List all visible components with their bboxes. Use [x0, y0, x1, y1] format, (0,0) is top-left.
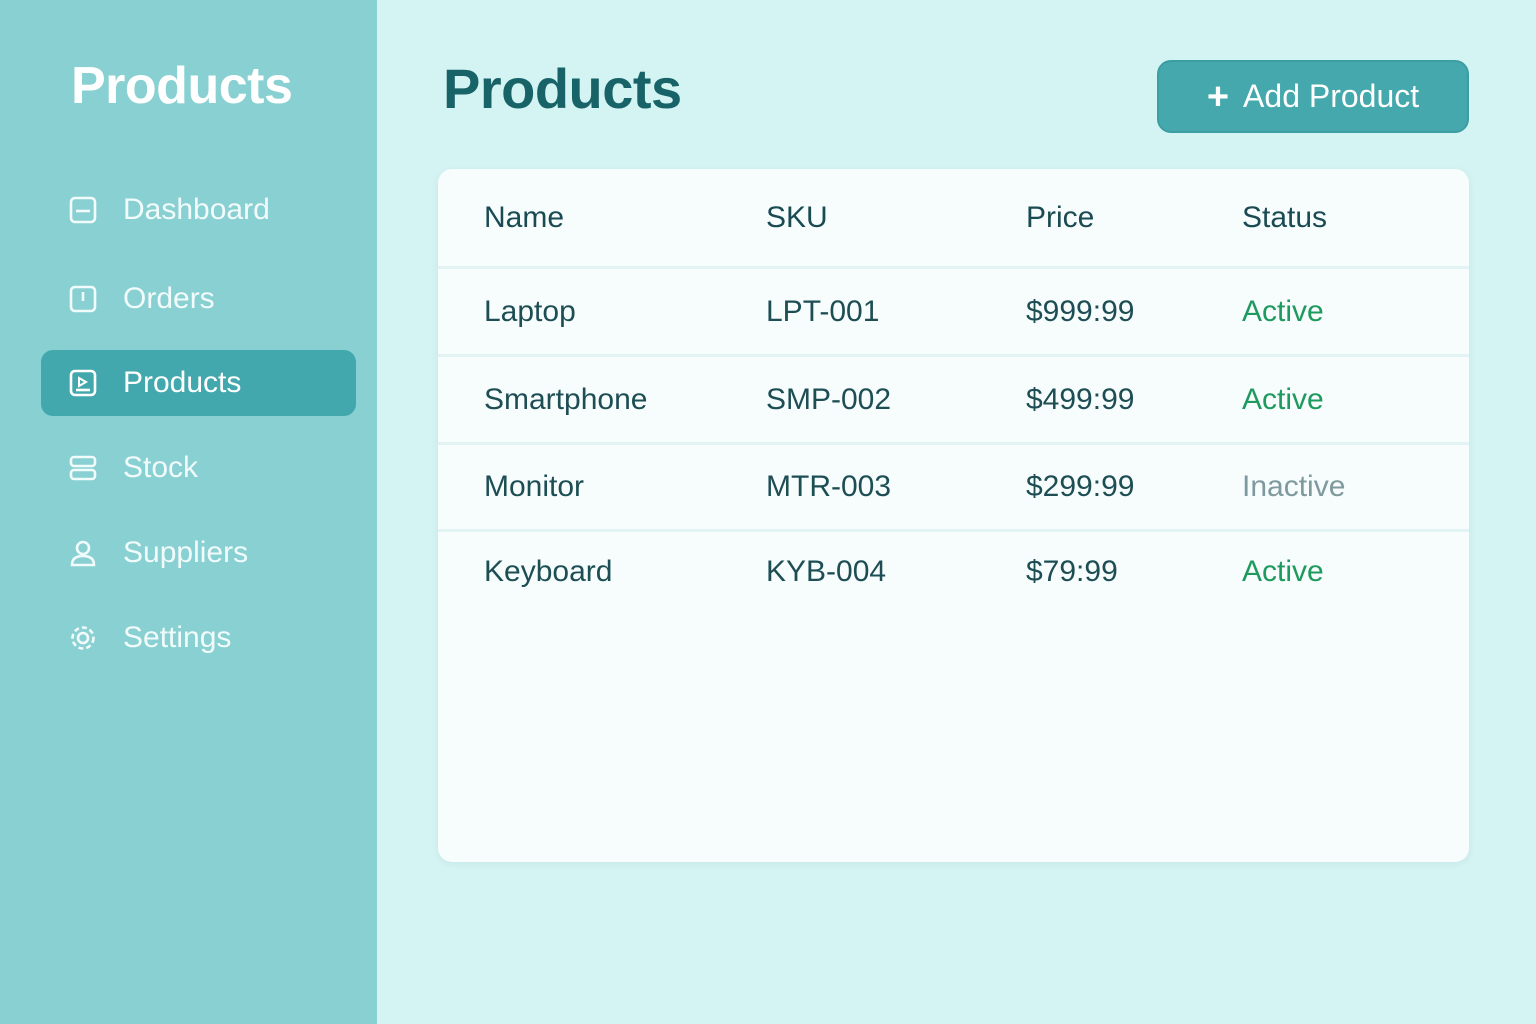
sidebar-brand: Products [71, 57, 293, 115]
cell-name: Monitor [484, 470, 585, 503]
plus-icon: + [1206, 75, 1230, 118]
sidebar-item-dashboard[interactable]: Dashboard [41, 177, 356, 243]
cell-name: Laptop [484, 294, 576, 328]
status-badge: Active [1242, 294, 1324, 328]
sidebar-item-orders[interactable]: Orders [41, 266, 356, 332]
orders-icon [68, 284, 98, 314]
status-badge: Active [1242, 555, 1324, 588]
column-header-status[interactable]: Status [1242, 201, 1327, 235]
user-icon [68, 538, 98, 568]
cell-price: $499:99 [1026, 382, 1135, 416]
cell-sku: MTR-003 [766, 470, 892, 503]
cell-sku: LPT-001 [766, 294, 880, 328]
products-icon [68, 368, 98, 398]
table-row[interactable]: Laptop LPT-001 $999:99 Active [438, 269, 1469, 357]
cell-price: $79:99 [1026, 555, 1118, 588]
sidebar-item-settings[interactable]: Settings [41, 605, 356, 671]
column-header-name[interactable]: Name [484, 201, 564, 235]
cell-price: $299:99 [1026, 470, 1135, 503]
sidebar-item-label: Orders [123, 282, 215, 315]
dashboard-icon [68, 195, 98, 225]
sidebar-item-label: Products [123, 366, 242, 399]
cell-name: Keyboard [484, 555, 613, 588]
column-header-price[interactable]: Price [1026, 201, 1094, 235]
cell-sku: KYB-004 [766, 555, 887, 588]
status-badge: Inactive [1242, 470, 1346, 503]
add-product-button[interactable]: + Add Product [1157, 60, 1469, 133]
column-header-sku[interactable]: SKU [766, 201, 828, 235]
cell-price: $999:99 [1026, 294, 1135, 328]
sidebar-item-label: Suppliers [123, 536, 249, 569]
add-product-label: Add Product [1243, 78, 1420, 114]
table-header: Name SKU Price Status [438, 169, 1469, 269]
table-row[interactable]: Monitor MTR-003 $299:99 Inactive [438, 445, 1469, 532]
page-title: Products [443, 57, 682, 120]
sidebar-item-products[interactable]: Products [41, 350, 356, 416]
sidebar-item-label: Settings [123, 621, 232, 654]
sidebar-item-label: Dashboard [123, 193, 270, 226]
gear-icon [68, 623, 98, 653]
stock-icon [68, 453, 98, 483]
sidebar: Products Dashboard Orders Products Stock… [0, 0, 377, 1024]
products-table: Name SKU Price Status Laptop LPT-001 $99… [438, 169, 1469, 862]
cell-sku: SMP-002 [766, 382, 892, 416]
table-row[interactable]: Smartphone SMP-002 $499:99 Active [438, 357, 1469, 445]
table-row[interactable]: Keyboard KYB-004 $79:99 Active [438, 532, 1469, 612]
cell-name: Smartphone [484, 382, 648, 416]
sidebar-item-stock[interactable]: Stock [41, 435, 356, 501]
sidebar-item-suppliers[interactable]: Suppliers [41, 520, 356, 586]
status-badge: Active [1242, 382, 1324, 416]
sidebar-item-label: Stock [123, 451, 199, 484]
